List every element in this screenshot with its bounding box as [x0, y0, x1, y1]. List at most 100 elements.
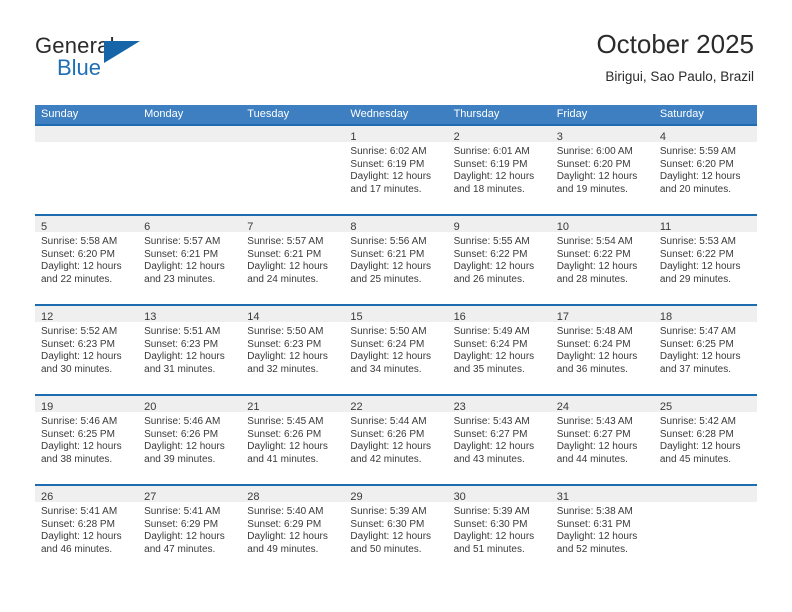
day-detail-line: Sunset: 6:29 PM [247, 518, 322, 530]
day-cell[interactable]: 30 Sunrise: 5:39 AM Sunset: 6:30 PM Dayligh… [447, 484, 551, 574]
day-number: 18 [659, 311, 673, 323]
day-number-band: 29 [344, 486, 448, 503]
day-detail-line: Daylight: 12 hours [247, 261, 328, 273]
day-detail-line: and 26 minutes. [453, 273, 525, 285]
day-cell[interactable]: 2 Sunrise: 6:01 AM Sunset: 6:19 PM Daylight… [447, 124, 551, 214]
day-detail-line: and 37 minutes. [659, 363, 732, 375]
day-number-band: 31 [550, 486, 654, 503]
day-cell[interactable]: 27 Sunrise: 5:41 AM Sunset: 6:29 PM Dayligh… [138, 484, 242, 574]
day-detail-line: Sunrise: 6:02 AM [350, 146, 427, 157]
week-row: 12 Sunrise: 5:52 AM Sunset: 6:23 PM Dayligh… [35, 304, 757, 394]
day-detail-line: Sunset: 6:21 PM [247, 248, 322, 260]
day-number-band: 17 [550, 306, 654, 323]
calendar-page: General Blue October 2025 Birigui, Sao P… [0, 0, 792, 612]
day-cell[interactable]: 31 Sunrise: 5:38 AM Sunset: 6:31 PM Dayligh… [550, 484, 654, 574]
day-detail-line: Sunrise: 5:39 AM [453, 506, 530, 517]
day-number: 5 [41, 221, 48, 233]
day-detail-line: Daylight: 12 hours [41, 531, 122, 543]
day-number-band: 1 [344, 126, 448, 143]
day-detail-line: and 34 minutes. [350, 363, 422, 375]
day-detail-line: Sunset: 6:22 PM [453, 248, 528, 260]
day-detail-line: and 39 minutes. [144, 453, 216, 465]
day-detail-body: Sunrise: 5:57 AM Sunset: 6:21 PM Daylight:… [241, 232, 344, 286]
day-detail-body: Sunrise: 5:41 AM Sunset: 6:28 PM Daylight:… [35, 502, 138, 556]
day-cell[interactable]: 7 Sunrise: 5:57 AM Sunset: 6:21 PM Daylight… [241, 214, 345, 304]
day-detail-line: Daylight: 12 hours [556, 441, 638, 453]
day-detail-line: and 24 minutes. [247, 273, 319, 285]
day-number: 6 [144, 221, 151, 233]
day-detail-line: Daylight: 12 hours [350, 351, 432, 363]
day-cell[interactable]: 28 Sunrise: 5:40 AM Sunset: 6:29 PM Dayligh… [241, 484, 345, 574]
week-row: 19 Sunrise: 5:46 AM Sunset: 6:25 PM Dayligh… [35, 394, 757, 484]
day-cell[interactable]: 26 Sunrise: 5:41 AM Sunset: 6:28 PM Dayligh… [35, 484, 139, 574]
day-cell[interactable]: 6 Sunrise: 5:57 AM Sunset: 6:21 PM Daylight… [138, 214, 242, 304]
day-cell[interactable]: 23 Sunrise: 5:43 AM Sunset: 6:27 PM Dayligh… [447, 394, 551, 484]
day-number-band: 3 [550, 126, 654, 143]
day-detail-line: Sunrise: 5:39 AM [350, 506, 427, 517]
day-cell[interactable]: 15 Sunrise: 5:50 AM Sunset: 6:24 PM Dayligh… [344, 304, 448, 394]
day-cell[interactable]: 1 Sunrise: 6:02 AM Sunset: 6:19 PM Daylight… [344, 124, 448, 214]
day-cell[interactable]: 14 Sunrise: 5:50 AM Sunset: 6:23 PM Dayligh… [241, 304, 345, 394]
day-detail-line: Sunrise: 5:59 AM [659, 146, 736, 157]
day-detail-body: Sunrise: 5:52 AM Sunset: 6:23 PM Daylight:… [35, 322, 138, 376]
day-detail-line: and 47 minutes. [144, 543, 216, 555]
day-detail-line: and 22 minutes. [41, 273, 113, 285]
day-number: 9 [453, 221, 460, 233]
day-detail-body: Sunrise: 5:47 AM Sunset: 6:25 PM Daylight:… [654, 322, 757, 376]
day-detail-line: Daylight: 12 hours [350, 261, 432, 273]
day-cell[interactable]: 13 Sunrise: 5:51 AM Sunset: 6:23 PM Dayligh… [138, 304, 242, 394]
day-cell[interactable]: 16 Sunrise: 5:49 AM Sunset: 6:24 PM Dayligh… [447, 304, 551, 394]
day-number: 2 [453, 131, 460, 143]
day-cell[interactable]: 22 Sunrise: 5:44 AM Sunset: 6:26 PM Dayligh… [344, 394, 448, 484]
weekday-header-saturday: Saturday [659, 108, 704, 120]
day-cell[interactable]: 29 Sunrise: 5:39 AM Sunset: 6:30 PM Dayligh… [344, 484, 448, 574]
day-number-band: 28 [241, 486, 345, 503]
day-number-band: 22 [344, 396, 448, 413]
day-number-band: 24 [550, 396, 654, 413]
day-cell[interactable]: 21 Sunrise: 5:45 AM Sunset: 6:26 PM Dayligh… [241, 394, 345, 484]
day-detail-line: and 20 minutes. [659, 183, 732, 195]
day-number: 17 [556, 311, 569, 323]
day-detail-line: Sunrise: 5:54 AM [556, 236, 633, 247]
day-cell[interactable]: 11 Sunrise: 5:53 AM Sunset: 6:22 PM Dayligh… [653, 214, 757, 304]
day-cell[interactable]: 18 Sunrise: 5:47 AM Sunset: 6:25 PM Dayligh… [653, 304, 757, 394]
day-detail-line: Daylight: 12 hours [453, 351, 535, 363]
day-detail-line: Sunrise: 5:57 AM [247, 236, 324, 247]
day-number: 22 [350, 401, 363, 413]
day-detail-line: Daylight: 12 hours [144, 441, 225, 453]
day-number: 31 [556, 491, 569, 503]
day-detail-line: Sunrise: 5:41 AM [144, 506, 221, 517]
day-detail-line: and 29 minutes. [659, 273, 732, 285]
day-cell[interactable]: 5 Sunrise: 5:58 AM Sunset: 6:20 PM Daylight… [35, 214, 139, 304]
day-detail-line: Sunset: 6:30 PM [350, 518, 425, 530]
day-number: 26 [41, 491, 54, 503]
day-cell[interactable]: 25 Sunrise: 5:42 AM Sunset: 6:28 PM Dayligh… [653, 394, 757, 484]
day-detail-line: Sunrise: 5:43 AM [453, 416, 530, 427]
day-detail-line: Sunrise: 5:55 AM [453, 236, 530, 247]
day-detail-line: Daylight: 12 hours [453, 261, 535, 273]
weekday-header-tuesday: Tuesday [247, 108, 290, 120]
day-detail-body: Sunrise: 5:41 AM Sunset: 6:29 PM Daylight:… [138, 502, 241, 556]
day-cell[interactable]: 4 Sunrise: 5:59 AM Sunset: 6:20 PM Daylight… [653, 124, 757, 214]
day-number-band: 7 [241, 216, 345, 233]
day-cell[interactable]: 10 Sunrise: 5:54 AM Sunset: 6:22 PM Dayligh… [550, 214, 654, 304]
day-cell[interactable]: 24 Sunrise: 5:43 AM Sunset: 6:27 PM Dayligh… [550, 394, 654, 484]
day-number: 4 [659, 131, 666, 143]
day-cell[interactable]: 9 Sunrise: 5:55 AM Sunset: 6:22 PM Daylight… [447, 214, 551, 304]
brand-logo[interactable]: General Blue [35, 33, 245, 83]
day-detail-line: and 45 minutes. [659, 453, 732, 465]
day-detail-line: and 30 minutes. [41, 363, 113, 375]
day-cell[interactable]: 12 Sunrise: 5:52 AM Sunset: 6:23 PM Dayligh… [35, 304, 139, 394]
day-detail-line: Sunrise: 5:46 AM [41, 416, 118, 427]
day-cell[interactable]: 17 Sunrise: 5:48 AM Sunset: 6:24 PM Dayligh… [550, 304, 654, 394]
day-cell[interactable]: 8 Sunrise: 5:56 AM Sunset: 6:21 PM Daylight… [344, 214, 448, 304]
day-cell[interactable]: 3 Sunrise: 6:00 AM Sunset: 6:20 PM Daylight… [550, 124, 654, 214]
day-detail-line: and 52 minutes. [556, 543, 628, 555]
day-number-band: 4 [653, 126, 757, 143]
day-detail-body: Sunrise: 6:01 AM Sunset: 6:19 PM Daylight:… [448, 142, 551, 196]
day-cell[interactable]: 19 Sunrise: 5:46 AM Sunset: 6:25 PM Dayligh… [35, 394, 139, 484]
day-cell[interactable]: 20 Sunrise: 5:46 AM Sunset: 6:26 PM Dayligh… [138, 394, 242, 484]
day-detail-line: Sunset: 6:19 PM [453, 158, 528, 170]
day-detail-line: Sunrise: 5:52 AM [41, 326, 118, 337]
day-detail-line: Sunset: 6:25 PM [41, 428, 115, 440]
